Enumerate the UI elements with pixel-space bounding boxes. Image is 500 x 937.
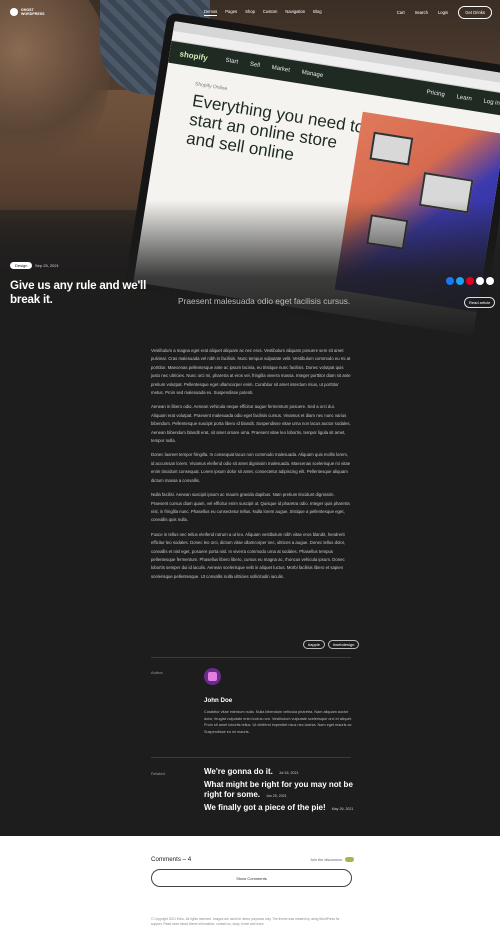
logo-text: GHOST WORDPRESS [21,8,45,16]
author-avatar[interactable] [204,668,221,685]
site-logo[interactable]: GHOST WORDPRESS [10,8,51,16]
menu-item-demos[interactable]: Demos [204,9,218,16]
post-title: Give us any rule and we'll break it. [10,279,147,306]
section-divider [151,657,351,658]
menu-item-shop[interactable]: Shop [245,9,255,16]
article-paragraph: Fusce in tellus nec tellus eleifend rutr… [151,531,346,579]
related-post[interactable]: We're gonna do it. Jul 16, 2021 [204,767,364,778]
screen-nav-item: Pricing [426,89,446,99]
screen-nav-item: Market [271,64,291,74]
menu-item-navigation[interactable]: Navigation [285,9,305,16]
author-bio: Curabitur vitae interdum nulla. Nulla bi… [204,710,352,734]
nav-actions: Cart Search Login Get Drinks [397,6,492,19]
category-badge[interactable]: Design [10,262,33,269]
post-subtitle: Praesent malesuada odio eget facilisis c… [178,296,351,306]
author-name[interactable]: John Doe [204,697,232,704]
hero-fade [0,200,500,340]
related-date: May 26, 2021 [331,807,354,811]
footer-copyright: © Copyright 2021 Echo. All rights reserv… [151,917,340,927]
screen-logo: shopify [178,48,209,63]
join-discussion-label: Join the discussion [310,857,343,862]
show-comments-button[interactable]: Show Comments [151,869,352,887]
article-paragraph: Vestibulum a magna eget erat aliquet ali… [151,348,351,396]
related-label: Related [151,771,165,776]
related-title[interactable]: We finally got a piece of the pie! [204,803,326,812]
screen-nav-item: Sell [249,61,261,69]
related-title[interactable]: We're gonna do it. [204,767,273,776]
twitter-icon[interactable] [456,277,464,285]
link-icon[interactable] [476,277,484,285]
read-article-button[interactable]: Read article [464,297,496,308]
main-menu: Demos Pages Shop Custom Navigation Blog [204,9,322,16]
cart-link[interactable]: Cart [397,10,405,15]
email-icon[interactable] [486,277,494,285]
related-date: Jul 16, 2021 [278,771,299,775]
article-body: Vestibulum a magna eget erat aliquet ali… [151,347,351,587]
cta-button[interactable]: Get Drinks [458,6,492,19]
menu-item-custom[interactable]: Custom [263,9,277,16]
article-paragraph: Nulla facilisi. Aenean suscipit ipsum ac… [151,492,350,523]
avatar-icon [208,672,217,681]
menu-item-pages[interactable]: Pages [225,9,237,16]
related-post[interactable]: We finally got a piece of the pie! May 26… [204,803,364,814]
facebook-icon[interactable] [446,277,454,285]
article-paragraph: Donec laoreet tempor fringilla. In conse… [151,452,351,483]
screen-nav-item: Log in [483,98,500,107]
comments-section: Comments – 4 Join the discussion Show Co… [0,836,500,937]
logo-mark-icon [10,8,18,16]
article-paragraph: Aenean in libero odio. Aenean vehicula n… [151,404,351,444]
related-date: Jun 25, 2021 [266,794,287,798]
related-post[interactable]: What might be right for you may not be r… [204,780,364,801]
tag-webdesign[interactable]: #webdesign [328,640,360,649]
login-link[interactable]: Login [438,10,448,15]
comments-title: Comments – 4 [151,856,192,863]
pinterest-icon[interactable] [466,277,474,285]
section-divider [151,757,351,758]
screen-nav-item: Start [225,57,239,66]
screen-nav-item: Manage [301,69,324,80]
discussion-avatars-icon [345,857,355,862]
post-date: Sep 25, 2021 [35,263,59,268]
share-buttons [446,277,494,285]
menu-item-blog[interactable]: Blog [313,9,321,16]
tag-apple[interactable]: #apple [303,640,326,649]
screen-nav-item: Learn [456,94,473,103]
author-label: Author [151,670,163,675]
join-discussion[interactable]: Join the discussion [310,857,355,862]
search-link[interactable]: Search [415,10,428,15]
post-tags: #apple #webdesign [303,640,360,649]
